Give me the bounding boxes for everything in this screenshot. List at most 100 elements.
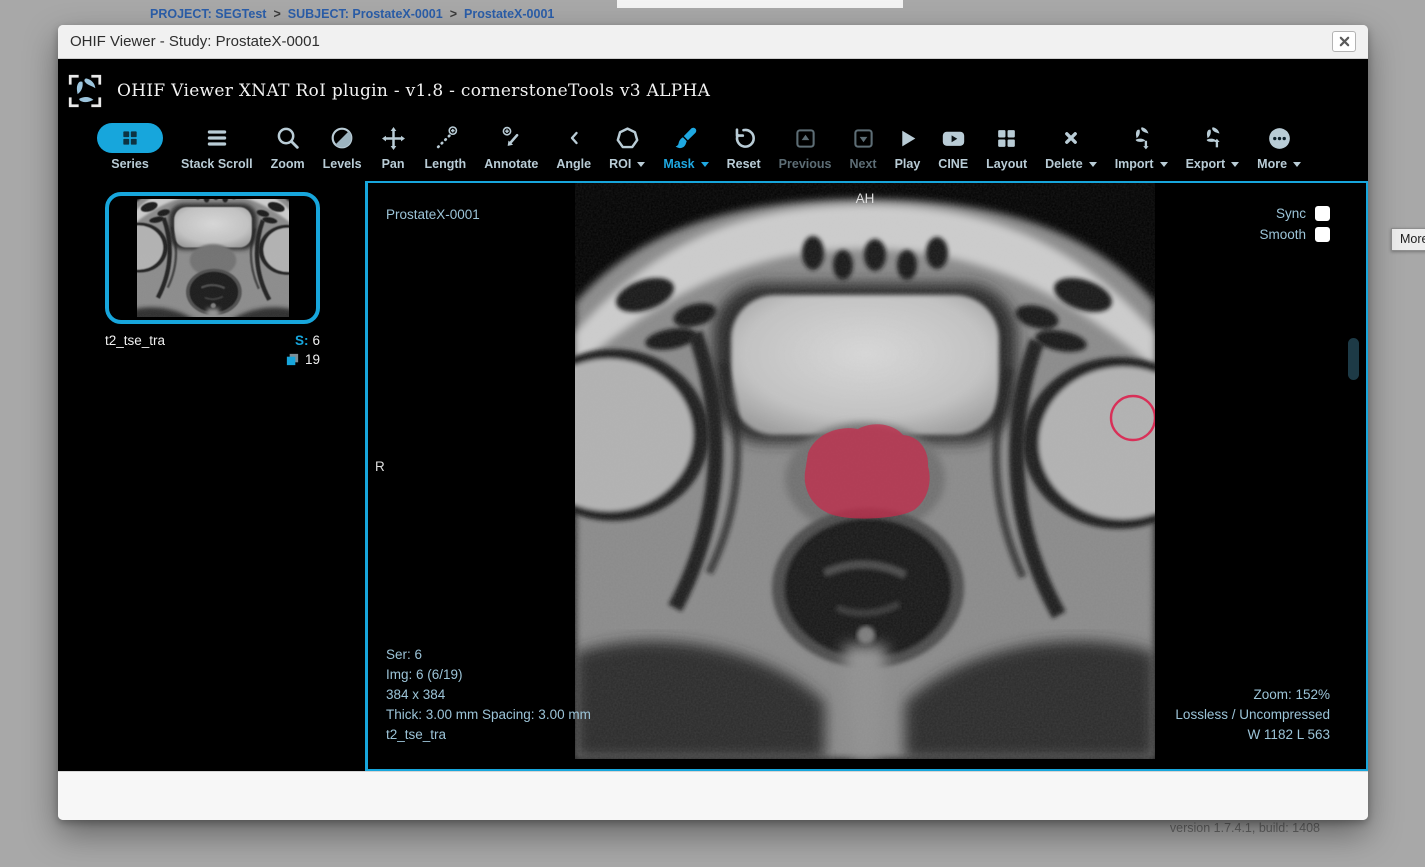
reset-icon (730, 125, 757, 152)
series-number-value: 6 (312, 333, 320, 348)
toolbar-item-reset[interactable]: Reset (718, 122, 770, 171)
toolbar-item-length[interactable]: Length (416, 122, 476, 171)
viewer-app: OHIF Viewer XNAT RoI plugin - v1.8 - cor… (58, 59, 1368, 771)
version-text: version 1.7.4.1, build: 1408 (1170, 821, 1320, 835)
prostate-mask-overlay (805, 424, 930, 518)
compression-line: Lossless / Uncompressed (1175, 705, 1330, 725)
toolbar-label: CINE (938, 157, 968, 171)
more-ellipsis-icon (1266, 125, 1293, 152)
layout-grid-icon (994, 126, 1019, 151)
mask-brush-icon (672, 125, 699, 152)
toolbar-label: Annotate (484, 157, 538, 171)
orientation-marker-top: AH (575, 189, 1155, 209)
series-desc-line: t2_tse_tra (386, 725, 591, 745)
previous-icon (793, 126, 818, 151)
toolbar-item-angle[interactable]: Angle (547, 122, 600, 171)
layers-icon (285, 352, 300, 367)
toolbar-label: Zoom (271, 157, 305, 171)
toolbar-label: Reset (727, 157, 761, 171)
toolbar-label: Export (1186, 157, 1226, 171)
toolbar-item-roi[interactable]: ROI (600, 122, 654, 171)
toolbar-item-delete[interactable]: Delete (1036, 122, 1106, 171)
toolbar: Series Stack Scroll Zoom (58, 116, 1368, 181)
toolbar-label: Angle (556, 157, 591, 171)
modal-titlebar: OHIF Viewer - Study: ProstateX-0001 (58, 25, 1368, 59)
xnat-logo-icon (66, 72, 104, 110)
thickness-spacing-line: Thick: 3.00 mm Spacing: 3.00 mm (386, 705, 591, 725)
toolbar-item-stack-scroll[interactable]: Stack Scroll (172, 122, 262, 171)
angle-icon (562, 126, 586, 150)
caret-down-icon (1089, 162, 1097, 167)
series-name: t2_tse_tra (105, 333, 165, 348)
toolbar-item-next[interactable]: Next (840, 122, 885, 171)
contrast-icon (329, 125, 355, 151)
toolbar-item-pan[interactable]: Pan (371, 122, 416, 171)
close-button[interactable] (1332, 31, 1356, 52)
toolbar-label: More (1257, 157, 1287, 171)
toolbar-label: ROI (609, 157, 631, 171)
toolbar-label: Series (111, 157, 149, 171)
toolbar-item-zoom[interactable]: Zoom (262, 122, 314, 171)
series-thumbnail[interactable] (105, 192, 320, 324)
series-info-line: Ser: 6 (386, 645, 591, 665)
matrix-size-line: 384 x 384 (386, 685, 591, 705)
breadcrumb-study-link[interactable]: ProstateX-0001 (464, 7, 554, 21)
caret-down-icon (637, 162, 645, 167)
annotate-icon (498, 125, 525, 152)
toolbar-item-mask[interactable]: Mask (654, 122, 717, 171)
pan-icon (380, 125, 407, 152)
smooth-checkbox[interactable] (1315, 227, 1330, 242)
patient-id-overlay: ProstateX-0001 (386, 205, 480, 225)
close-icon (1339, 36, 1350, 47)
export-icon (1198, 124, 1226, 152)
viewport[interactable]: ProstateX-0001 AH R Sync Smooth Ser: 6 I… (365, 181, 1368, 771)
toolbar-item-annotate[interactable]: Annotate (475, 122, 547, 171)
toolbar-label: Next (849, 157, 876, 171)
stack-scrollbar[interactable] (1348, 338, 1359, 380)
series-number-label: S: (295, 333, 309, 348)
length-icon (432, 125, 459, 152)
sync-checkbox[interactable] (1315, 206, 1330, 221)
series-meta: t2_tse_tra S:6 19 (105, 333, 320, 367)
toolbar-item-previous[interactable]: Previous (770, 122, 841, 171)
breadcrumb-separator: > (273, 7, 280, 21)
breadcrumb-separator: > (450, 7, 457, 21)
smooth-label: Smooth (1259, 225, 1306, 245)
app-title: OHIF Viewer XNAT RoI plugin - v1.8 - cor… (117, 81, 710, 101)
toolbar-label: Mask (663, 157, 694, 171)
background-window-edge (617, 0, 903, 8)
roi-polygon-icon (614, 125, 641, 152)
caret-down-icon (1160, 162, 1168, 167)
delete-x-icon (1059, 126, 1083, 150)
toolbar-item-series[interactable]: Series (88, 122, 172, 171)
instance-count: 19 (305, 352, 320, 367)
orientation-marker-left: R (375, 457, 385, 477)
toolbar-label: Import (1115, 157, 1154, 171)
play-icon (895, 126, 920, 151)
modal-title: OHIF Viewer - Study: ProstateX-0001 (70, 33, 320, 50)
toolbar-item-import[interactable]: Import (1106, 122, 1177, 171)
caret-down-icon (1231, 162, 1239, 167)
series-grid-icon (120, 128, 140, 148)
toolbar-label: Delete (1045, 157, 1083, 171)
stack-scroll-icon (204, 125, 230, 151)
caret-down-icon (1293, 162, 1301, 167)
series-panel: t2_tse_tra S:6 19 (58, 181, 365, 771)
toolbar-label: Length (425, 157, 467, 171)
toolbar-label: Pan (382, 157, 405, 171)
sync-label: Sync (1276, 204, 1306, 224)
zoom-level-line: Zoom: 152% (1175, 685, 1330, 705)
toolbar-item-more[interactable]: More (1248, 122, 1310, 171)
toolbar-item-export[interactable]: Export (1177, 122, 1249, 171)
import-icon (1127, 124, 1155, 152)
magnifier-icon (275, 125, 301, 151)
modal-footer (58, 771, 1368, 820)
toolbar-item-play[interactable]: Play (886, 122, 930, 171)
breadcrumb-project-link[interactable]: PROJECT: SEGTest (150, 7, 266, 21)
image-index-line: Img: 6 (6/19) (386, 665, 591, 685)
toolbar-item-layout[interactable]: Layout (977, 122, 1036, 171)
toolbar-item-cine[interactable]: CINE (929, 122, 977, 171)
breadcrumb-subject-link[interactable]: SUBJECT: ProstateX-0001 (288, 7, 443, 21)
toolbar-label: Play (895, 157, 921, 171)
toolbar-item-levels[interactable]: Levels (314, 122, 371, 171)
